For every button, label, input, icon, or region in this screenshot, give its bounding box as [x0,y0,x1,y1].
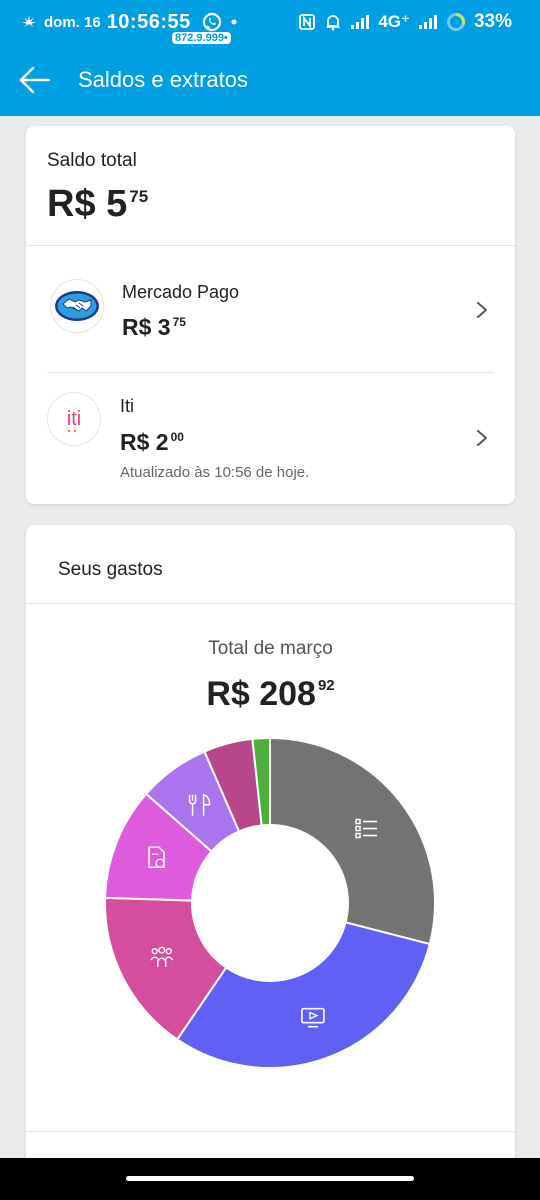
total-balance-int: R$ 5 [47,183,128,225]
chevron-right-icon [477,430,487,446]
account-name: Iti [120,396,135,416]
donut-slice-path[interactable] [175,921,432,1069]
signal-icon [351,15,370,29]
page-title: Saldos e extratos [78,67,248,92]
status-bar: dom. 16 10:56:55 872.9.999• 4G⁺ 33% [0,0,540,44]
signal-icon-2 [418,15,437,29]
total-balance-label: Saldo total [47,150,137,171]
mercado-pago-logo [50,279,104,333]
divider [26,1131,515,1132]
status-date: dom. 16 [44,13,101,31]
divider [26,245,515,246]
system-nav-bar [0,1158,540,1200]
battery-ring-icon [446,13,465,31]
back-button[interactable] [18,64,52,96]
account-row-iti[interactable]: iti Iti R$ 2 00 Atualizado às 10:56 de h… [26,374,515,494]
network-type: 4G⁺ [378,12,410,31]
arrow-back-icon [19,66,51,94]
spending-donut-chart [104,736,436,1069]
iti-logo: iti [47,392,101,446]
status-time: 10:56:55 [106,10,191,33]
account-amount: R$ 3 75 [122,314,186,340]
total-balance-cents: 75 [129,187,149,206]
whatsapp-icon [202,12,221,32]
alarm-bell-icon [326,15,340,31]
account-name: Mercado Pago [122,282,240,302]
donut-slice-path[interactable] [269,736,436,946]
mercado-pago-handshake-icon [55,291,99,321]
account-amount-cents: 00 [170,430,184,444]
spending-card: Seus gastos Total de março R$ 208 92 [26,525,515,1165]
donut-slice-list[interactable] [269,736,436,946]
account-row-mercado-pago[interactable]: Mercado Pago R$ 3 75 [26,266,515,372]
account-amount-cents: 75 [172,315,186,329]
account-amount: R$ 2 00 [120,429,184,455]
notification-dot-icon [231,19,237,25]
updated-timestamp: Atualizado às 10:56 de hoje. [120,464,310,481]
svg-text:iti: iti [67,408,81,430]
balance-card: Saldo total R$ 5 75 Mercado Pago R$ 3 75 [26,126,515,504]
status-right: 4G⁺ 33% [298,0,512,44]
total-balance-amount: R$ 5 75 [47,184,148,224]
cannabis-leaf-icon [22,15,36,30]
account-amount-int: R$ 2 [120,429,169,455]
status-number-badge: 872.9.999• [172,32,231,44]
iti-logo-icon: iti [67,408,81,433]
battery-percent: 33% [473,11,512,32]
account-amount-int: R$ 3 [122,314,171,340]
divider [47,372,494,373]
app-bar: Saldos e extratos [0,44,540,116]
chevron-right-icon [477,302,487,318]
home-gesture-pill[interactable] [126,1176,414,1181]
nfc-icon [299,14,316,30]
donut-slice-screen[interactable] [175,921,432,1069]
